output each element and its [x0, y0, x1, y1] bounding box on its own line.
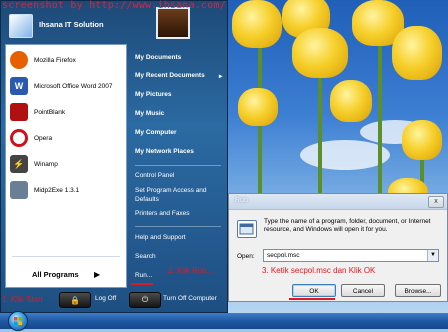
tulip	[402, 120, 442, 160]
turn-off-label: Turn Off Computer	[163, 295, 217, 302]
turn-off-button[interactable]: ⏻	[129, 292, 161, 308]
pointblank-icon	[10, 103, 28, 121]
close-button[interactable]: x	[428, 196, 444, 208]
menu-item-my-recent-documents[interactable]: My Recent Documents	[135, 72, 205, 79]
cloud	[300, 140, 390, 170]
lock-icon: 🔒	[70, 295, 80, 305]
menu-item-printers-and-faxes[interactable]: Printers and Faxes	[135, 210, 190, 217]
tulip	[232, 0, 282, 48]
menu-item-help-and-support[interactable]: Help and Support	[135, 234, 186, 241]
menu-item-my-pictures[interactable]: My Pictures	[135, 91, 172, 98]
program-item-word[interactable]: W Microsoft Office Word 2007	[10, 75, 126, 97]
tulip-stem	[378, 40, 382, 210]
separator	[135, 165, 221, 166]
program-item-firefox[interactable]: Mozilla Firefox	[10, 49, 126, 71]
places-pane: My Documents My Recent Documents ▸ My Pi…	[131, 44, 227, 288]
word-icon: W	[10, 77, 28, 95]
log-off-button[interactable]: 🔒	[59, 292, 91, 308]
annotation-underline	[131, 283, 153, 285]
ok-button[interactable]: OK	[292, 284, 336, 297]
menu-item-set-program-access[interactable]: Set Program Access and	[135, 187, 207, 194]
user-picture[interactable]	[9, 14, 33, 38]
winamp-icon: ⚡	[10, 155, 28, 173]
start-button[interactable]	[8, 311, 28, 331]
program-item-winamp[interactable]: ⚡ Winamp	[10, 153, 126, 175]
opera-icon	[10, 129, 28, 147]
annotation-step1: 1. Klik Start	[2, 295, 43, 304]
firefox-icon	[10, 51, 28, 69]
menu-item-my-documents[interactable]: My Documents	[135, 54, 181, 61]
program-label: Midp2Exe 1.3.1	[34, 186, 80, 194]
open-input[interactable]: secpol.msc ▼	[263, 249, 439, 262]
program-label: Mozilla Firefox	[34, 56, 76, 64]
menu-item-my-network-places[interactable]: My Network Places	[135, 148, 194, 155]
program-label: Microsoft Office Word 2007	[34, 82, 113, 90]
open-label: Open:	[237, 253, 255, 260]
programs-pane: Mozilla Firefox W Microsoft Office Word …	[5, 44, 127, 288]
separator	[135, 226, 221, 227]
menu-item-control-panel[interactable]: Control Panel	[135, 172, 174, 179]
run-dialog: Run x Type the name of a program, folder…	[228, 193, 448, 302]
run-window-icon	[239, 223, 254, 235]
program-label: Opera	[34, 134, 53, 142]
open-input-value: secpol.msc	[267, 252, 300, 259]
menu-item-search[interactable]: Search	[135, 253, 156, 260]
watermark: screenshot by http://www.ihsana.com/	[2, 0, 226, 11]
tulip-stem	[318, 60, 322, 210]
tulip	[392, 26, 442, 80]
browse-button[interactable]: Browse...	[395, 284, 441, 297]
tulip	[292, 28, 348, 78]
menu-item-set-program-access-2[interactable]: Defaults	[135, 196, 159, 203]
menu-item-my-music[interactable]: My Music	[135, 110, 164, 117]
program-item-pointblank[interactable]: PointBlank	[10, 101, 126, 123]
program-item-midp2exe[interactable]: Midp2Exe 1.3.1	[10, 179, 126, 201]
program-item-opera[interactable]: Opera	[10, 127, 126, 149]
windows-logo-icon	[14, 317, 22, 325]
program-label: Winamp	[34, 160, 58, 168]
tulip	[330, 80, 372, 122]
tulip	[238, 88, 278, 126]
log-off-label: Log Off	[95, 295, 117, 302]
power-icon: ⏻	[141, 295, 149, 304]
chess-image	[156, 7, 190, 39]
annotation-underline	[289, 298, 335, 300]
run-description: Type the name of a program, folder, docu…	[264, 218, 431, 233]
run-title: Run	[235, 197, 248, 204]
taskbar	[0, 311, 448, 331]
menu-item-my-computer[interactable]: My Computer	[135, 129, 177, 136]
midp2exe-icon	[10, 181, 28, 199]
run-titlebar[interactable]: Run x	[229, 194, 447, 210]
user-header: Ihsana IT Solution	[5, 14, 127, 40]
arrow-right-icon: ▶	[94, 270, 101, 279]
user-name: Ihsana IT Solution	[39, 20, 104, 29]
program-label: PointBlank	[34, 108, 66, 116]
run-icon	[237, 220, 257, 238]
separator	[12, 256, 120, 257]
arrow-right-icon: ▸	[219, 73, 223, 80]
all-programs-button[interactable]: All Programs	[32, 270, 79, 279]
menu-item-run[interactable]: Run...	[135, 272, 152, 279]
cancel-button[interactable]: Cancel	[341, 284, 385, 297]
chevron-down-icon[interactable]: ▼	[427, 250, 438, 261]
annotation-step3: 3. Ketik secpol.msc dan Klik OK	[262, 266, 376, 275]
annotation-step2: 2. Klik Run...	[168, 266, 214, 275]
